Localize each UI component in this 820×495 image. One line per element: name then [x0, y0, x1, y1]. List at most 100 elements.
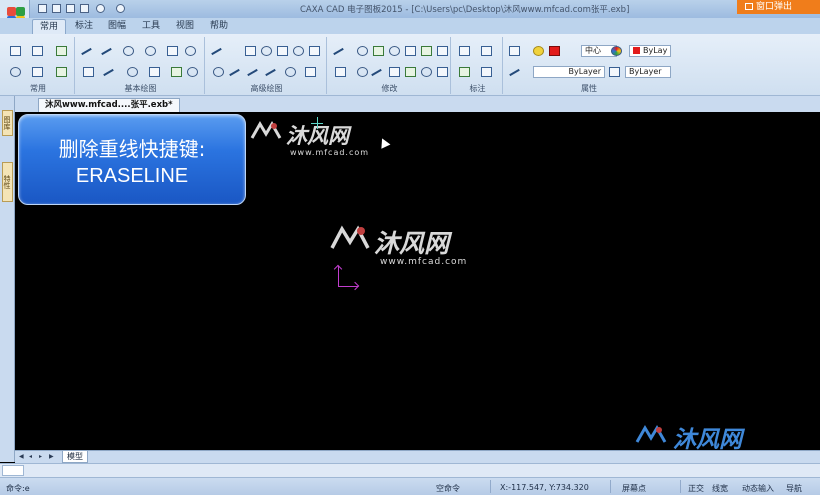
linewidth-toggle[interactable]: 线宽	[712, 483, 728, 494]
move-icon[interactable]	[357, 46, 368, 56]
logo-green-icon	[16, 7, 25, 16]
mfcad-logo-icon	[635, 424, 667, 448]
circle-icon[interactable]	[123, 46, 134, 56]
offset-icon[interactable]	[285, 67, 296, 77]
tip-title: 删除重线快捷键:	[58, 137, 206, 161]
command-input[interactable]	[2, 465, 24, 476]
status-divider	[490, 480, 491, 493]
stretch-icon[interactable]	[371, 68, 386, 84]
extend-icon[interactable]	[421, 67, 432, 77]
house-icon[interactable]	[309, 46, 320, 56]
window-popup-button[interactable]: 窗口弹出	[737, 0, 820, 14]
tab-tools[interactable]: 工具	[135, 19, 167, 34]
nav-toggle[interactable]: 导航	[786, 483, 802, 494]
hole-icon[interactable]	[213, 67, 224, 77]
side-tab-library[interactable]: 图库	[2, 110, 13, 136]
mfcad-logo-icon	[330, 224, 370, 254]
arrow-icon[interactable]	[265, 68, 280, 84]
next-layout-icon[interactable]: ▸	[39, 454, 45, 460]
redo-icon[interactable]	[116, 4, 125, 13]
tab-common[interactable]: 常用	[32, 19, 67, 34]
properties-icon[interactable]	[56, 46, 67, 56]
side-tab-properties[interactable]: 特性	[2, 162, 13, 202]
wave-icon[interactable]	[229, 68, 244, 84]
new-file-icon[interactable]	[38, 4, 47, 13]
curve-icon[interactable]	[211, 47, 226, 63]
fillet-icon[interactable]	[335, 67, 346, 77]
undo-icon[interactable]	[96, 4, 105, 13]
erase-icon[interactable]	[333, 47, 348, 63]
prev-layout-icon[interactable]: ◂	[29, 454, 35, 460]
block-icon[interactable]	[149, 67, 160, 77]
tab-sheet[interactable]: 图幅	[101, 19, 133, 34]
watermark-top: 沐风网 www.mfcad.com	[250, 120, 390, 160]
text-style-icon[interactable]	[481, 46, 492, 56]
first-layout-icon[interactable]: ◀	[19, 454, 25, 460]
new-icon[interactable]	[10, 46, 21, 56]
polygon-icon[interactable]	[277, 46, 288, 56]
lengthen-icon[interactable]	[437, 67, 448, 77]
lineweight-combo[interactable]: ByLayer	[625, 66, 671, 78]
array-icon[interactable]	[405, 46, 416, 56]
group-label-properties: 属性	[581, 84, 597, 93]
group-label-basic-draw: 基本绘图	[124, 84, 157, 93]
layer-color-icon[interactable]	[549, 46, 560, 56]
scale-icon[interactable]	[421, 46, 432, 56]
arc-icon[interactable]	[145, 46, 156, 56]
paste-icon[interactable]	[56, 67, 67, 77]
break-icon[interactable]	[389, 67, 400, 77]
tab-help[interactable]: 帮助	[203, 19, 235, 34]
layer-manager-icon[interactable]	[509, 46, 520, 56]
frame-icon[interactable]	[305, 67, 316, 77]
ellipse-icon[interactable]	[261, 46, 272, 56]
bulb-icon[interactable]	[533, 46, 544, 56]
drawing-canvas[interactable]: 删除重线快捷键: ERASELINE 沐风网 www.mfcad.com 沐风网…	[15, 112, 820, 453]
cloud-icon[interactable]	[187, 67, 198, 77]
zoom-icon[interactable]	[10, 67, 21, 77]
hatch-icon[interactable]	[127, 67, 138, 77]
rectangle-icon[interactable]	[167, 46, 178, 56]
last-layout-icon[interactable]: ▶	[49, 454, 55, 460]
print-icon[interactable]	[80, 4, 89, 13]
zigzag-icon[interactable]	[247, 68, 262, 84]
snap-mode[interactable]: 屏幕点	[622, 483, 646, 494]
explode-icon[interactable]	[405, 67, 416, 77]
polyline-icon[interactable]	[101, 47, 116, 63]
text-icon[interactable]	[83, 67, 94, 77]
ortho-toggle[interactable]: 正交	[688, 483, 704, 494]
tab-view[interactable]: 视图	[169, 19, 201, 34]
watermark-bottom: 沐风网	[635, 422, 815, 453]
color-wheel-icon[interactable]	[611, 46, 622, 56]
dimension-icon[interactable]	[459, 46, 470, 56]
trim-icon[interactable]	[437, 46, 448, 56]
color-combo[interactable]: ByLay	[629, 45, 671, 57]
rotate-icon[interactable]	[389, 46, 400, 56]
copy-icon[interactable]	[32, 67, 43, 77]
spline-icon[interactable]	[185, 46, 196, 56]
chamfer-icon[interactable]	[357, 67, 368, 77]
balloon-icon[interactable]	[481, 67, 492, 77]
model-tab[interactable]: 模型	[62, 451, 88, 463]
angle-line-icon[interactable]	[245, 46, 256, 56]
group-label-modify: 修改	[381, 84, 398, 93]
open-file-icon[interactable]	[52, 4, 61, 13]
layer-icon[interactable]	[32, 46, 43, 56]
mirror-icon[interactable]	[373, 46, 384, 56]
line-icon[interactable]	[81, 47, 96, 63]
sheet-icon[interactable]	[293, 46, 304, 56]
roughness-icon[interactable]	[459, 67, 470, 77]
dynamic-input-toggle[interactable]: 动态输入	[742, 483, 774, 494]
centerline-icon[interactable]	[103, 68, 118, 84]
linetype-combo[interactable]: ByLayer	[533, 66, 605, 78]
ucs-x-arrow-icon	[350, 281, 360, 291]
shortcut-tip-panel: 删除重线快捷键: ERASELINE	[18, 114, 246, 205]
status-bar: 命令:e 空命令 X:-117.547, Y:734.320 屏幕点 正交 线宽…	[0, 477, 820, 495]
document-tab[interactable]: 沐风www.mfcad....张平.exb*	[38, 98, 180, 112]
popup-button-label: 窗口弹出	[756, 2, 793, 12]
save-icon[interactable]	[66, 4, 75, 13]
command-row	[0, 463, 820, 477]
region-icon[interactable]	[171, 67, 182, 77]
linestyle-icon[interactable]	[609, 67, 620, 77]
tab-annotate[interactable]: 标注	[68, 19, 100, 34]
lineweight-icon[interactable]	[509, 68, 524, 84]
